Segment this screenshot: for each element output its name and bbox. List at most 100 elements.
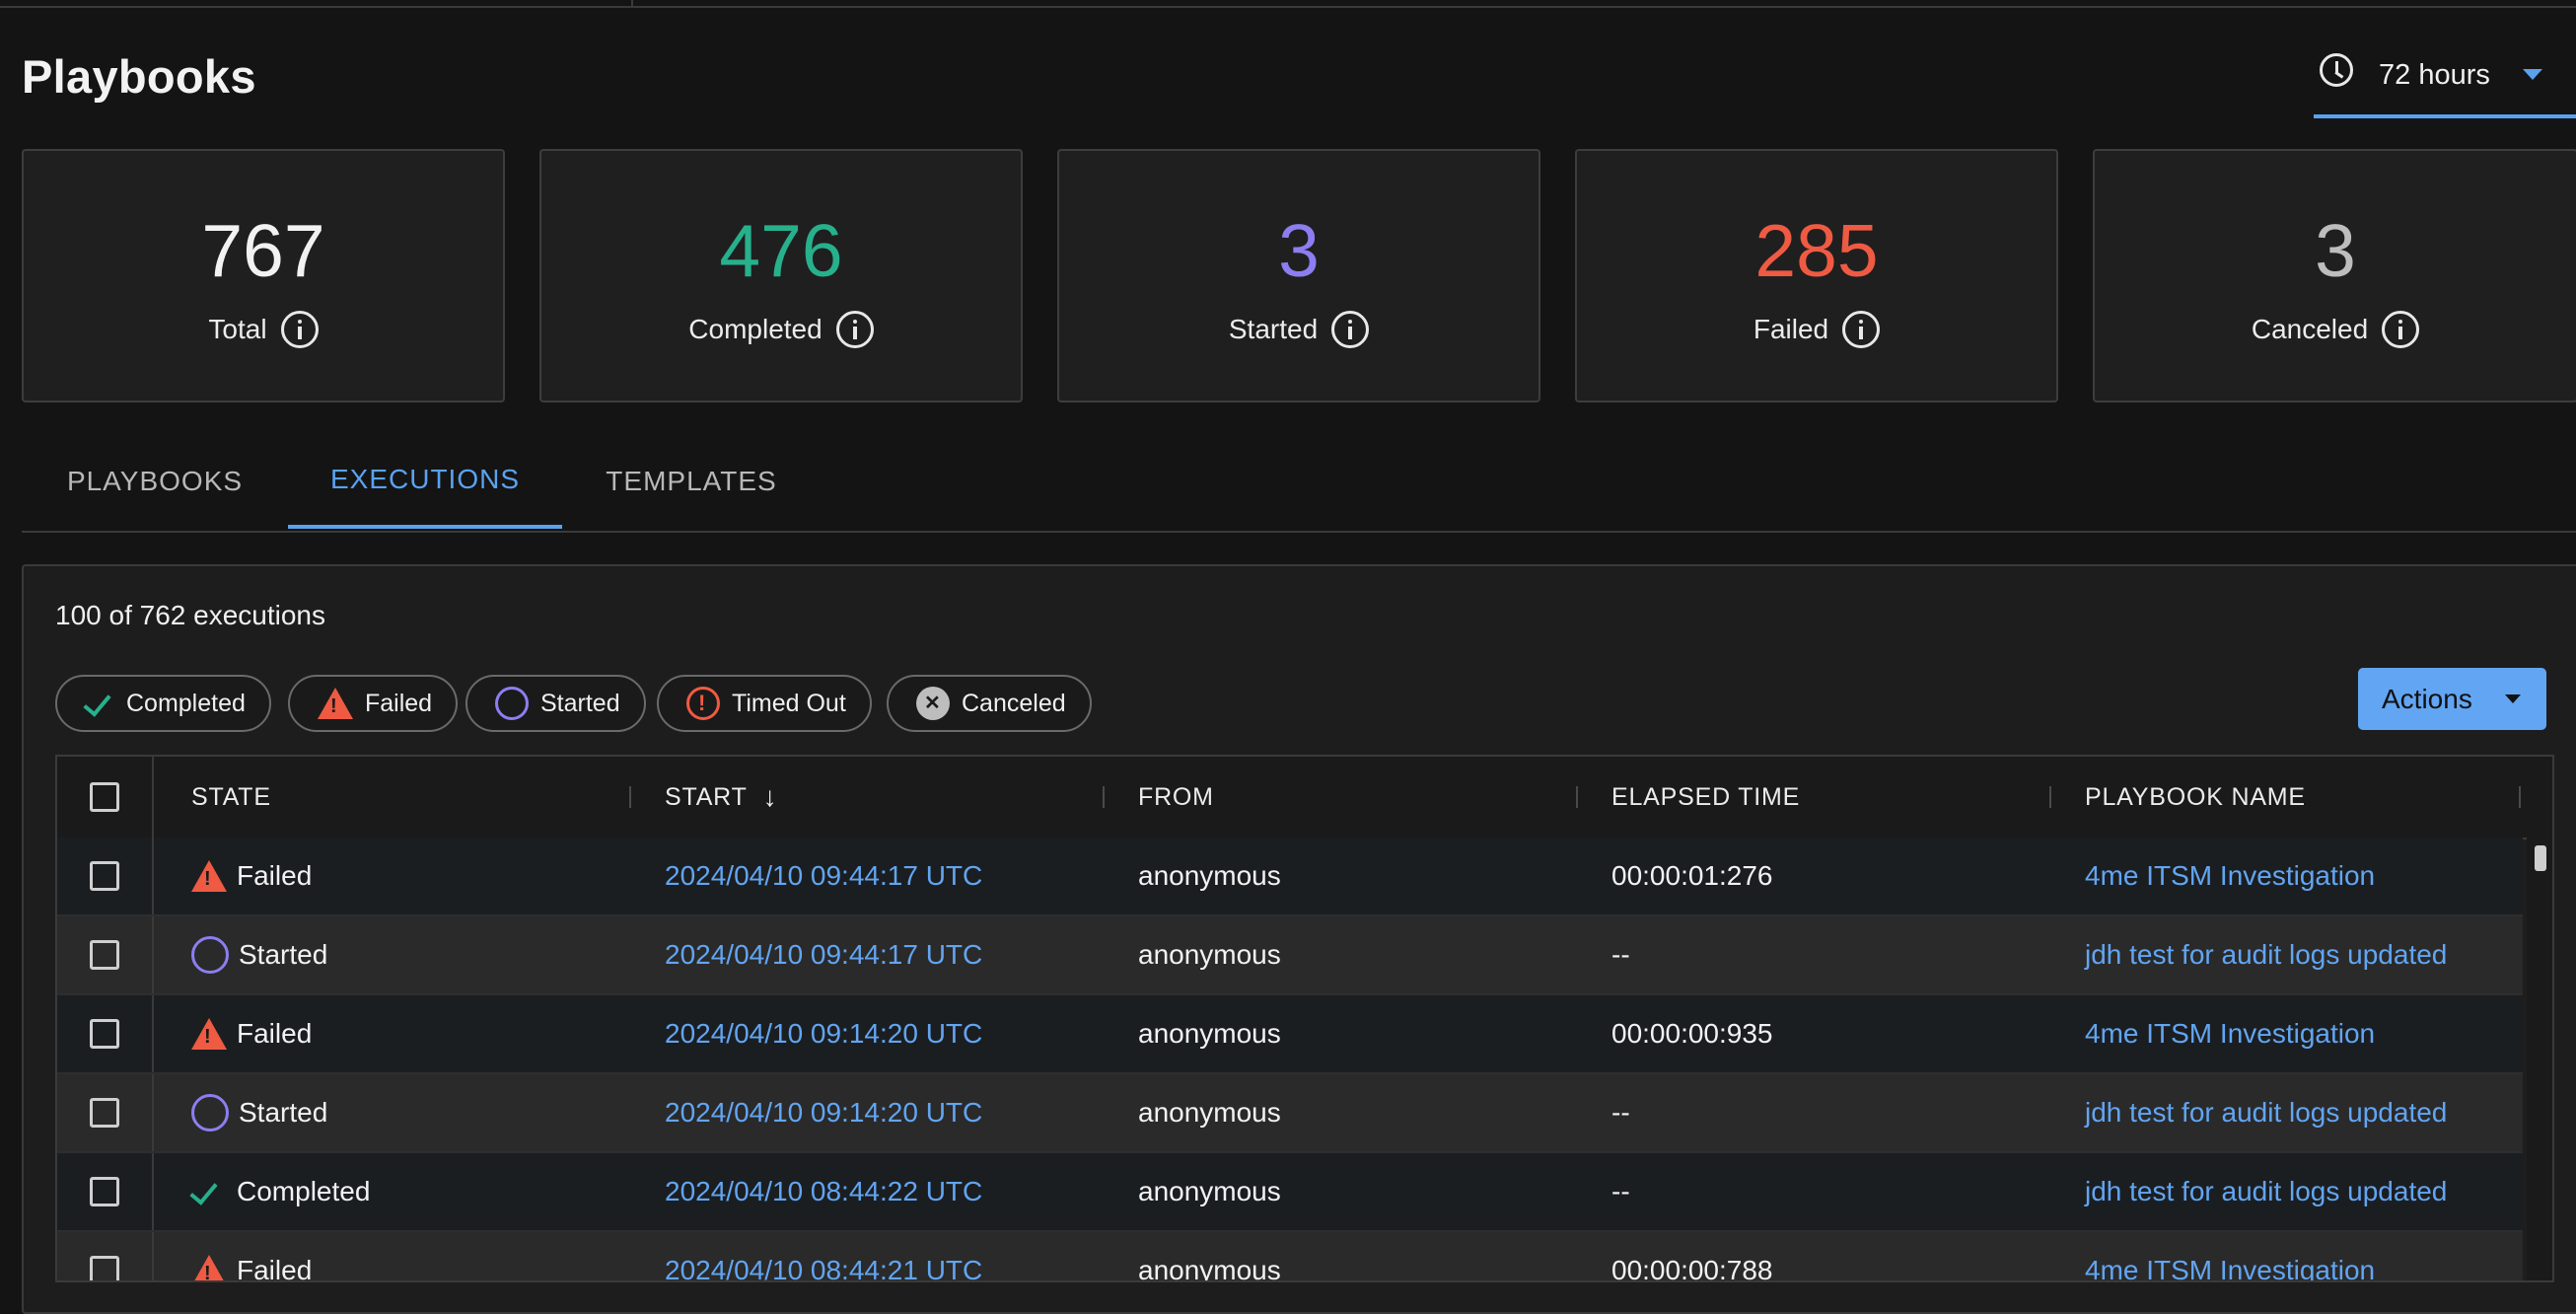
filter-chip-timed-out[interactable]: Timed Out — [657, 675, 872, 732]
from-cell: anonymous — [1138, 1176, 1281, 1206]
filter-chip-failed[interactable]: Failed — [288, 675, 459, 732]
column-divider[interactable] — [1576, 786, 1578, 808]
filter-chip-label: Failed — [365, 689, 433, 717]
elapsed-time-cell: 00:00:01:276 — [1611, 860, 1773, 891]
playbook-name-link[interactable]: 4me ITSM Investigation — [2085, 1232, 2375, 1280]
warning-triangle-icon — [191, 1255, 227, 1280]
sort-down-arrow-icon[interactable]: ↓ — [763, 781, 778, 813]
table-row[interactable]: Started 2024/04/10 09:14:20 UTC anonymou… — [57, 1074, 2523, 1153]
start-time-link[interactable]: 2024/04/10 09:44:17 UTC — [665, 838, 982, 914]
row-checkbox[interactable] — [90, 1256, 119, 1280]
row-select-cell — [57, 916, 154, 993]
playbook-name-link[interactable]: jdh test for audit logs updated — [2085, 1153, 2447, 1230]
stat-value: 3 — [2315, 209, 2356, 292]
start-time-link[interactable]: 2024/04/10 09:14:20 UTC — [665, 1074, 982, 1151]
state-text: Failed — [237, 860, 313, 891]
from-cell: anonymous — [1138, 1255, 1281, 1282]
column-header-playbook-name[interactable]: PLAYBOOK NAME — [2085, 757, 2306, 838]
column-header-start[interactable]: START ↓ — [665, 757, 777, 838]
info-icon[interactable] — [1842, 311, 1881, 348]
tab-executions[interactable]: EXECUTIONS — [288, 434, 562, 529]
table-row[interactable]: Failed 2024/04/10 09:44:17 UTC anonymous… — [57, 838, 2523, 916]
elapsed-time-cell: -- — [1611, 939, 1630, 970]
clock-icon — [2320, 53, 2353, 87]
filter-chip-completed[interactable]: Completed — [55, 675, 271, 732]
filter-chip-canceled[interactable]: Canceled — [887, 675, 1092, 732]
table-row[interactable]: Completed 2024/04/10 08:44:22 UTC anonym… — [57, 1153, 2523, 1232]
from-cell: anonymous — [1138, 1018, 1281, 1049]
row-select-cell — [57, 1074, 154, 1151]
column-label: PLAYBOOK NAME — [2085, 782, 2306, 811]
table-row[interactable]: Failed 2024/04/10 09:14:20 UTC anonymous… — [57, 995, 2523, 1074]
start-time-link[interactable]: 2024/04/10 09:44:17 UTC — [665, 916, 982, 993]
start-time-link[interactable]: 2024/04/10 08:44:21 UTC — [665, 1232, 982, 1280]
state-text: Started — [239, 939, 328, 970]
executions-count: 100 of 762 executions — [55, 600, 325, 630]
time-range-dropdown[interactable]: 72 hours — [2314, 47, 2576, 118]
tab-playbooks[interactable]: PLAYBOOKS — [22, 434, 288, 529]
warning-triangle-icon — [318, 688, 353, 719]
column-divider[interactable] — [2519, 786, 2521, 808]
row-checkbox[interactable] — [90, 1177, 119, 1206]
info-icon[interactable] — [1331, 311, 1370, 348]
table-scrollbar[interactable] — [2527, 838, 2552, 1280]
stat-label: Failed — [1753, 314, 1829, 344]
playbook-name-link[interactable]: 4me ITSM Investigation — [2085, 838, 2375, 914]
from-cell: anonymous — [1138, 939, 1281, 970]
tab-templates[interactable]: TEMPLATES — [562, 434, 821, 529]
table-header: STATE START ↓ FROM ELAPSED TIME PLAYBOOK … — [57, 757, 2552, 840]
stat-value: 476 — [719, 209, 843, 292]
column-divider[interactable] — [2049, 786, 2051, 808]
elapsed-time-cell: -- — [1611, 1176, 1630, 1206]
circle-icon — [495, 687, 529, 720]
column-header-from[interactable]: FROM — [1138, 757, 1214, 838]
stat-card-canceled: 3 Canceled — [2093, 149, 2576, 402]
x-circle-icon — [916, 687, 950, 720]
column-label: ELAPSED TIME — [1611, 782, 1801, 811]
actions-button[interactable]: Actions — [2358, 668, 2546, 730]
table-row[interactable]: Started 2024/04/10 09:44:17 UTC anonymou… — [57, 916, 2523, 995]
filter-chip-started[interactable]: Started — [465, 675, 646, 732]
column-divider[interactable] — [1103, 786, 1105, 808]
start-time-link[interactable]: 2024/04/10 09:14:20 UTC — [665, 995, 982, 1072]
stat-card-started: 3 Started — [1057, 149, 1540, 402]
circle-icon — [191, 1094, 229, 1132]
column-divider[interactable] — [629, 786, 631, 808]
filter-chip-label: Started — [540, 689, 620, 717]
row-checkbox[interactable] — [90, 861, 119, 891]
top-divider-tick — [631, 0, 633, 6]
from-cell: anonymous — [1138, 860, 1281, 891]
select-all-cell — [57, 757, 154, 838]
state-text: Failed — [237, 1018, 313, 1049]
executions-table: STATE START ↓ FROM ELAPSED TIME PLAYBOOK … — [55, 755, 2554, 1282]
select-all-checkbox[interactable] — [90, 782, 119, 812]
row-select-cell — [57, 1232, 154, 1280]
playbook-name-link[interactable]: jdh test for audit logs updated — [2085, 916, 2447, 993]
info-icon[interactable] — [280, 311, 319, 348]
elapsed-time-cell: -- — [1611, 1097, 1630, 1128]
warning-triangle-icon — [191, 1018, 227, 1050]
start-time-link[interactable]: 2024/04/10 08:44:22 UTC — [665, 1153, 982, 1230]
stat-value: 3 — [1278, 209, 1320, 292]
actions-label: Actions — [2382, 683, 2472, 714]
scrollbar-thumb[interactable] — [2535, 845, 2546, 871]
stat-label: Started — [1228, 314, 1319, 344]
info-icon[interactable] — [2382, 311, 2420, 348]
chevron-down-icon — [2505, 694, 2521, 703]
warning-triangle-icon — [191, 860, 227, 892]
info-icon[interactable] — [835, 311, 874, 348]
stat-label: Completed — [688, 314, 823, 344]
playbook-name-link[interactable]: 4me ITSM Investigation — [2085, 995, 2375, 1072]
row-checkbox[interactable] — [90, 940, 119, 970]
stat-card-total: 767 Total — [22, 149, 505, 402]
page-title: Playbooks — [22, 50, 256, 103]
stat-value: 767 — [201, 209, 325, 292]
column-header-elapsed-time[interactable]: ELAPSED TIME — [1611, 757, 1800, 838]
stat-card-completed: 476 Completed — [539, 149, 1023, 402]
row-checkbox[interactable] — [90, 1019, 119, 1049]
column-header-state[interactable]: STATE — [191, 757, 271, 838]
table-row[interactable]: Failed 2024/04/10 08:44:21 UTC anonymous… — [57, 1232, 2523, 1282]
state-cell: Started — [191, 916, 327, 993]
row-checkbox[interactable] — [90, 1098, 119, 1128]
playbook-name-link[interactable]: jdh test for audit logs updated — [2085, 1074, 2447, 1151]
